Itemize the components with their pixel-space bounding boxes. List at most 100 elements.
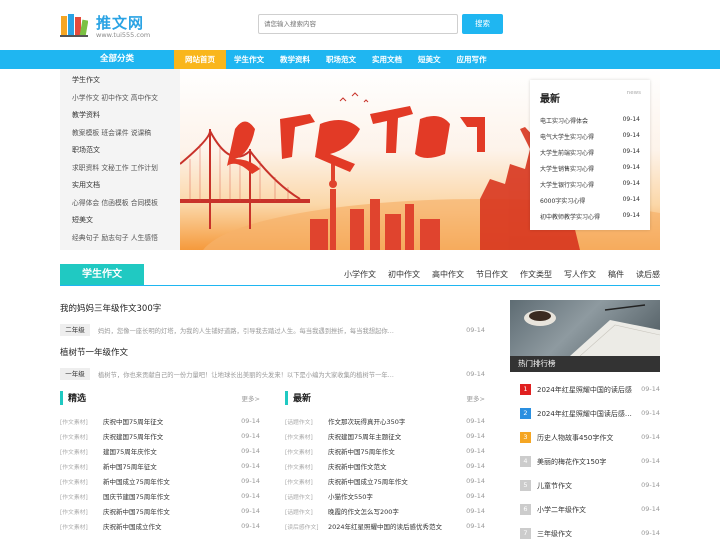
category-links[interactable]: 心得体会 信函模板 合同模板 <box>72 197 158 207</box>
category-links[interactable]: 求职资料 文秘工作 工作计划 <box>72 162 158 172</box>
section-tab[interactable]: 初中作文 <box>388 269 420 280</box>
search-input[interactable] <box>258 14 458 34</box>
list-item[interactable]: [作文素材] 庆祝中国75周年征文 09-14 <box>60 417 260 432</box>
item-title[interactable]: 晚霞的作文怎么写200字 <box>328 506 399 516</box>
news-item-date: 09-14 <box>622 148 640 155</box>
rank-title[interactable]: 美丽的梅花作文150字 <box>537 457 632 467</box>
item-category: [作文素材] <box>60 510 88 516</box>
list-item[interactable]: [作文素材] 庆祝新中国作文范文 09-14 <box>285 462 485 477</box>
item-title[interactable]: 庆祝新中国75周年作文 <box>328 446 395 456</box>
item-title[interactable]: 新中国75周年征文 <box>103 461 157 471</box>
list-item[interactable]: [作文素材] 新中国成立75周年作文 09-14 <box>60 477 260 492</box>
featured-title[interactable]: 植树节一年级作文 <box>60 346 485 358</box>
category-title[interactable]: 教学资料 <box>72 110 151 120</box>
list-item[interactable]: [作文素材] 庆祝建国75周年作文 09-14 <box>60 432 260 447</box>
section-tab[interactable]: 写人作文 <box>564 269 596 280</box>
more-link[interactable]: 更多> <box>467 393 485 403</box>
category-title[interactable]: 实用文档 <box>72 180 158 190</box>
rank-title[interactable]: 2024年红星照耀中国的读后感… <box>537 385 632 395</box>
nav-item[interactable]: 应用写作 <box>449 50 495 69</box>
section-tab[interactable]: 高中作文 <box>432 269 464 280</box>
more-link[interactable]: 更多> <box>242 393 260 403</box>
item-title[interactable]: 庆祝建国75周年作文 <box>103 431 163 441</box>
list-item[interactable]: [作文素材] 庆祝新中国成立75周年作文 09-14 <box>285 477 485 492</box>
item-title[interactable]: 国庆节建国75周年作文 <box>103 491 170 501</box>
list-item[interactable]: [作文素材] 庆祝新中国75周年作文 09-14 <box>285 447 485 462</box>
ranking-item[interactable]: 3 历史人物故事450字作文 09-14 <box>510 428 660 452</box>
list-item[interactable]: [读后感作文] 2024年红星照耀中国的读后感优秀范文 09-14 <box>285 522 485 537</box>
item-title[interactable]: 庆祝新中国75周年作文 <box>103 506 170 516</box>
section-tab[interactable]: 节日作文 <box>476 269 508 280</box>
item-title[interactable]: 庆祝新中国成立作文 <box>103 521 162 531</box>
ranking-item[interactable]: 2 2024年红星照耀中国读后感… 09-14 <box>510 404 660 428</box>
list-item[interactable]: [作文素材] 庆祝建国75周年主题征文 09-14 <box>285 432 485 447</box>
item-title[interactable]: 小猫作文550字 <box>328 491 373 501</box>
news-item-text: 大学生银行实习心得 <box>540 182 595 189</box>
category-links[interactable]: 小学作文 初中作文 高中作文 <box>72 92 158 102</box>
item-title[interactable]: 2024年红星照耀中国的读后感优秀范文 <box>328 521 442 531</box>
list-item[interactable]: [作文素材] 建国75周年庆作文 09-14 <box>60 447 260 462</box>
category-title[interactable]: 短美文 <box>72 215 158 225</box>
item-title[interactable]: 庆祝新中国成立75周年作文 <box>328 476 408 486</box>
news-item[interactable]: 大学生前端实习心得 09-14 <box>540 148 640 164</box>
news-item[interactable]: 电气大学生实习心得 09-14 <box>540 132 640 148</box>
category-title[interactable]: 学生作文 <box>72 75 158 85</box>
section-tab[interactable]: 读后感 <box>636 269 660 280</box>
ranking-item[interactable]: 5 儿童节作文 09-14 <box>510 476 660 500</box>
section-tab[interactable]: 稿件 <box>608 269 624 280</box>
item-title[interactable]: 新中国成立75周年作文 <box>103 476 170 486</box>
nav-item[interactable]: 职场范文 <box>318 50 364 69</box>
rank-title[interactable]: 小学二年级作文 <box>537 505 632 515</box>
item-title[interactable]: 建国75周年庆作文 <box>103 446 157 456</box>
ranking-item[interactable]: 4 美丽的梅花作文150字 09-14 <box>510 452 660 476</box>
featured-article[interactable]: 植树节一年级作文 一年级 植树节，你也来贡献自己的一份力量吧！让地球长出美丽的头… <box>60 346 485 380</box>
section-tab[interactable]: 作文类型 <box>520 269 552 280</box>
ranking-item[interactable]: 7 三年级作文 09-14 <box>510 524 660 540</box>
site-logo[interactable]: 推文网 www.tui555.com <box>60 12 155 40</box>
desk-photo-illustration <box>524 304 660 356</box>
nav-item[interactable]: 学生作文 <box>226 50 272 69</box>
item-title[interactable]: 庆祝中国75周年征文 <box>103 416 163 426</box>
all-categories-button[interactable]: 全部分类 <box>60 50 174 69</box>
ranking-item[interactable]: 1 2024年红星照耀中国的读后感… 09-14 <box>510 380 660 404</box>
list-item[interactable]: [作文素材] 新中国75周年征文 09-14 <box>60 462 260 477</box>
news-item[interactable]: 电工实习心得体会 09-14 <box>540 116 640 132</box>
news-item[interactable]: 大学生销售实习心得 09-14 <box>540 164 640 180</box>
news-item[interactable]: 大学生银行实习心得 09-14 <box>540 180 640 196</box>
list-item[interactable]: [作文素材] 国庆节建国75周年作文 09-14 <box>60 492 260 507</box>
featured-title[interactable]: 我的妈妈三年级作文300字 <box>60 302 485 314</box>
ranking-item[interactable]: 6 小学二年级作文 09-14 <box>510 500 660 524</box>
section-title[interactable]: 学生作文 <box>60 264 144 285</box>
rank-number: 6 <box>520 504 531 515</box>
list-item[interactable]: [作文素材] 庆祝新中国75周年作文 09-14 <box>60 507 260 522</box>
category-links[interactable]: 经典句子 励志句子 人生感悟 <box>72 232 158 242</box>
search-button[interactable]: 搜索 <box>462 14 503 34</box>
news-item-date: 09-14 <box>622 116 640 123</box>
item-title[interactable]: 庆祝建国75周年主题征文 <box>328 431 401 441</box>
rank-title[interactable]: 儿童节作文 <box>537 481 632 491</box>
featured-meta: 一年级 植树节，你也来贡献自己的一份力量吧！让地球长出美丽的头发来！以下是小编为… <box>60 368 485 380</box>
rank-title[interactable]: 2024年红星照耀中国读后感… <box>537 409 632 419</box>
list-item[interactable]: [话题作文] 晚霞的作文怎么写200字 09-14 <box>285 507 485 522</box>
nav-item[interactable]: 实用文档 <box>364 50 410 69</box>
rank-title[interactable]: 历史人物故事450字作文 <box>537 433 632 443</box>
news-item[interactable]: 6000字实习心得 09-14 <box>540 196 640 212</box>
category-group: 实用文档心得体会 信函模板 合同模板 <box>72 180 158 207</box>
item-category: [作文素材] <box>285 465 313 471</box>
category-links[interactable]: 教案模板 班会课件 说课稿 <box>72 127 151 137</box>
rank-title[interactable]: 三年级作文 <box>537 529 632 539</box>
list-item[interactable]: [作文素材] 庆祝新中国成立作文 09-14 <box>60 522 260 537</box>
news-item[interactable]: 初中教师教学实习心得 09-14 <box>540 212 640 228</box>
nav-item[interactable]: 短美文 <box>410 50 449 69</box>
banner-image[interactable]: 最新 news 电工实习心得体会 09-14 电气大学生实习心得 09-14 大学生前端… <box>180 69 660 250</box>
grade-tag: 一年级 <box>60 368 90 380</box>
item-title[interactable]: 庆祝新中国作文范文 <box>328 461 387 471</box>
nav-item[interactable]: 教学资料 <box>272 50 318 69</box>
featured-article[interactable]: 我的妈妈三年级作文300字 二年级 妈妈，您像一座长明的灯塔，为我的人生铺好道路… <box>60 302 485 336</box>
nav-item[interactable]: 网站首页 <box>174 50 226 69</box>
list-item[interactable]: [话题作文] 作文那次玩得真开心350字 09-14 <box>285 417 485 432</box>
section-tab[interactable]: 小学作文 <box>344 269 376 280</box>
category-title[interactable]: 职场范文 <box>72 145 158 155</box>
item-title[interactable]: 作文那次玩得真开心350字 <box>328 416 405 426</box>
list-item[interactable]: [话题作文] 小猫作文550字 09-14 <box>285 492 485 507</box>
